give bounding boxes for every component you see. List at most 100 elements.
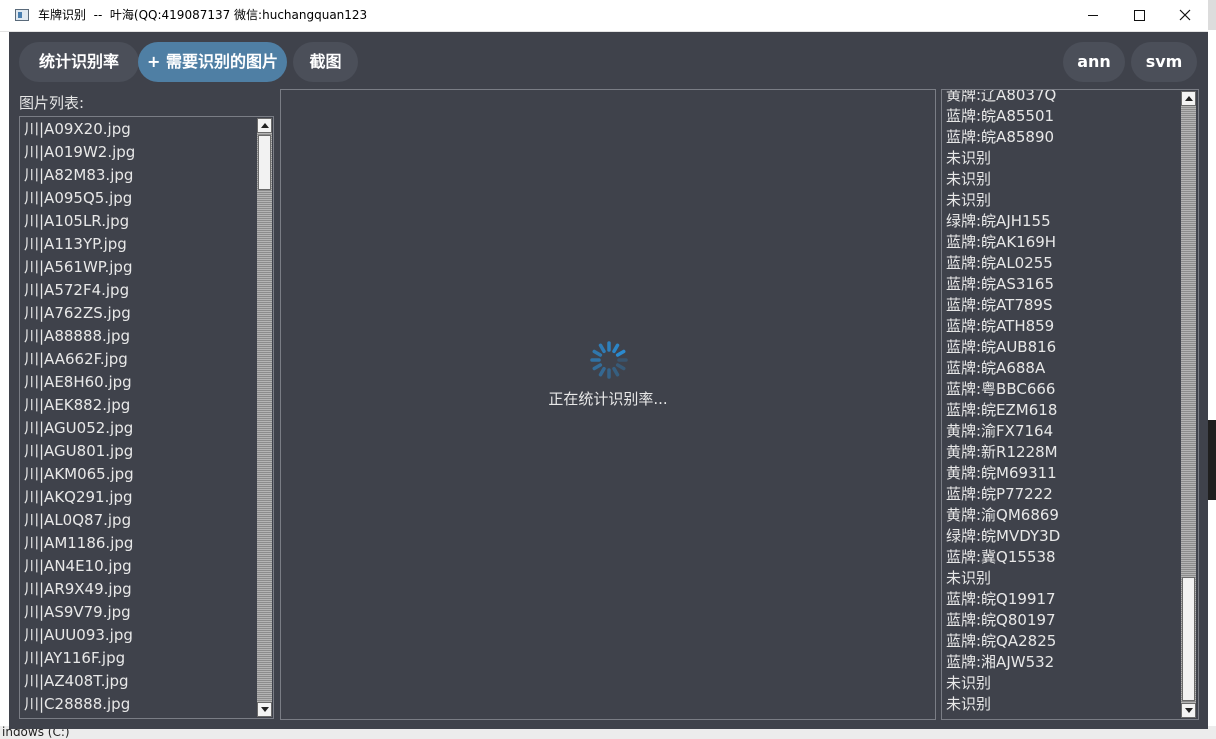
list-item[interactable]: 川|A561WP.jpg — [24, 256, 135, 279]
list-item[interactable]: 绿牌:皖MVDY3D — [946, 526, 1060, 547]
results-list-scrollbar[interactable] — [1181, 91, 1196, 718]
list-item[interactable]: 川|AS9V79.jpg — [24, 601, 135, 624]
minimize-icon — [1088, 14, 1098, 16]
list-item[interactable]: 川|AE8H60.jpg — [24, 371, 135, 394]
desktop-background-right — [1208, 30, 1216, 730]
title-bar[interactable]: 车牌识别 -- 叶海(QQ:419087137 微信:huchangquan12… — [0, 0, 1208, 32]
maximize-icon — [1133, 9, 1145, 21]
list-item[interactable]: 黄牌:渝QM6869 — [946, 505, 1060, 526]
spinner-segment — [592, 363, 603, 371]
list-item[interactable]: 川|AM1186.jpg — [24, 532, 135, 555]
image-list-label: 图片列表: — [19, 94, 85, 112]
list-item[interactable]: 黄牌:渝FX7164 — [946, 421, 1060, 442]
list-item[interactable]: 黄牌:辽A8037Q — [946, 90, 1060, 106]
maximize-button[interactable] — [1116, 0, 1162, 31]
spinner-segment — [612, 343, 620, 354]
list-item[interactable]: 蓝牌:冀Q15538 — [946, 547, 1060, 568]
scroll-up-button[interactable] — [1181, 91, 1196, 106]
arrow-down-icon — [1185, 708, 1193, 713]
list-item[interactable]: 绿牌:皖AJH155 — [946, 211, 1060, 232]
app-window: 车牌识别 -- 叶海(QQ:419087137 微信:huchangquan12… — [0, 0, 1208, 729]
list-item[interactable]: 蓝牌:皖Q19917 — [946, 589, 1060, 610]
stats-button[interactable]: 统计识别率 — [19, 42, 139, 82]
list-item[interactable]: 川|AEK882.jpg — [24, 394, 135, 417]
list-item[interactable]: 未识别 — [946, 169, 1060, 190]
list-item[interactable]: 蓝牌:皖EZM618 — [946, 400, 1060, 421]
list-item[interactable]: 川|AZ408T.jpg — [24, 670, 135, 693]
list-item[interactable]: 川|A105LR.jpg — [24, 210, 135, 233]
main-content: 统计识别率 + 需要识别的图片 截图 ann svm 图片列表: 川|A09X2… — [9, 32, 1208, 729]
list-item[interactable]: 蓝牌:皖AS3165 — [946, 274, 1060, 295]
image-list[interactable]: 川|A09X20.jpg 川|A019W2.jpg 川|A82M83.jpg 川|A0… — [19, 116, 274, 719]
list-item[interactable]: 黄牌:新R1228M — [946, 442, 1060, 463]
list-item[interactable]: 川|A88888.jpg — [24, 325, 135, 348]
list-item[interactable]: 蓝牌:皖QA2825 — [946, 631, 1060, 652]
list-item[interactable]: 川|A572F4.jpg — [24, 279, 135, 302]
ann-button[interactable]: ann — [1063, 42, 1125, 82]
list-item[interactable]: 川|AL0Q87.jpg — [24, 509, 135, 532]
results-list-items: 黄牌:辽A8037Q 蓝牌:皖A85501 蓝牌:皖A85890 未识别 未识别 未识别绿… — [946, 90, 1060, 715]
list-item[interactable]: 川|A019W2.jpg — [24, 141, 135, 164]
list-item[interactable]: 川|AA662F.jpg — [24, 348, 135, 371]
list-item[interactable]: 未识别 — [946, 694, 1060, 715]
list-item[interactable]: 川|AN4E10.jpg — [24, 555, 135, 578]
spinner-segment — [592, 349, 603, 357]
arrow-up-icon — [1185, 96, 1193, 101]
list-item[interactable]: 蓝牌:皖AL0255 — [946, 253, 1060, 274]
scroll-thumb[interactable] — [1182, 577, 1195, 701]
svm-button[interactable]: svm — [1131, 42, 1197, 82]
close-icon — [1179, 9, 1191, 21]
list-item[interactable]: 川|AGU052.jpg — [24, 417, 135, 440]
list-item[interactable]: 蓝牌:皖Q80197 — [946, 610, 1060, 631]
list-item[interactable]: 蓝牌:皖AT789S — [946, 295, 1060, 316]
list-item[interactable]: 川|AUU093.jpg — [24, 624, 135, 647]
scroll-down-button[interactable] — [257, 702, 272, 717]
list-item[interactable]: 蓝牌:皖AUB816 — [946, 337, 1060, 358]
list-item[interactable]: 川|C28888.jpg — [24, 693, 135, 716]
list-item[interactable]: 未识别 — [946, 190, 1060, 211]
list-item[interactable]: 川|A113YP.jpg — [24, 233, 135, 256]
image-preview-area: 正在统计识别率... — [280, 89, 936, 720]
list-item[interactable]: 川|AGU801.jpg — [24, 440, 135, 463]
list-item[interactable]: 川|A82M83.jpg — [24, 164, 135, 187]
list-item[interactable]: 川|AR9X49.jpg — [24, 578, 135, 601]
list-item[interactable]: 川|A095Q5.jpg — [24, 187, 135, 210]
scroll-thumb[interactable] — [258, 135, 271, 190]
minimize-button[interactable] — [1070, 0, 1116, 31]
list-item[interactable]: 川|AY116F.jpg — [24, 647, 135, 670]
scroll-down-button[interactable] — [1181, 703, 1196, 718]
loading-spinner-icon — [590, 341, 628, 379]
list-item[interactable]: 川|A762ZS.jpg — [24, 302, 135, 325]
spinner-segment — [615, 349, 626, 357]
list-item[interactable]: 川|AKQ291.jpg — [24, 486, 135, 509]
list-item[interactable]: 川|AKM065.jpg — [24, 463, 135, 486]
list-item[interactable]: 黄牌:皖M69311 — [946, 463, 1060, 484]
list-item[interactable]: 蓝牌:皖A688A — [946, 358, 1060, 379]
loading-text: 正在统计识别率... — [548, 390, 668, 408]
window-title: 车牌识别 -- 叶海(QQ:419087137 微信:huchangquan12… — [38, 8, 368, 22]
spinner-segment — [615, 363, 626, 371]
list-item[interactable]: 未识别 — [946, 148, 1060, 169]
list-item[interactable]: 蓝牌:湘AJW532 — [946, 652, 1060, 673]
list-item[interactable]: 未识别 — [946, 673, 1060, 694]
list-item[interactable]: 川|A09X20.jpg — [24, 118, 135, 141]
spinner-segment — [612, 366, 620, 377]
crop-button[interactable]: 截图 — [293, 42, 358, 82]
spinner-segment — [598, 366, 606, 377]
spinner-segment — [598, 343, 606, 354]
app-icon — [15, 9, 29, 21]
results-list[interactable]: 黄牌:辽A8037Q 蓝牌:皖A85501 蓝牌:皖A85890 未识别 未识别 未识别绿… — [941, 89, 1199, 720]
list-item[interactable]: 蓝牌:皖AK169H — [946, 232, 1060, 253]
pick-images-button[interactable]: + 需要识别的图片 — [138, 42, 287, 82]
list-item[interactable]: 蓝牌:皖ATH859 — [946, 316, 1060, 337]
arrow-down-icon — [261, 707, 269, 712]
list-item[interactable]: 蓝牌:粤BBC666 — [946, 379, 1060, 400]
image-list-scrollbar[interactable] — [257, 118, 272, 717]
list-item[interactable]: 蓝牌:皖P77222 — [946, 484, 1060, 505]
scroll-up-button[interactable] — [257, 118, 272, 133]
close-button[interactable] — [1162, 0, 1208, 31]
list-item[interactable]: 未识别 — [946, 568, 1060, 589]
list-item[interactable]: 蓝牌:皖A85501 — [946, 106, 1060, 127]
arrow-up-icon — [261, 123, 269, 128]
list-item[interactable]: 蓝牌:皖A85890 — [946, 127, 1060, 148]
